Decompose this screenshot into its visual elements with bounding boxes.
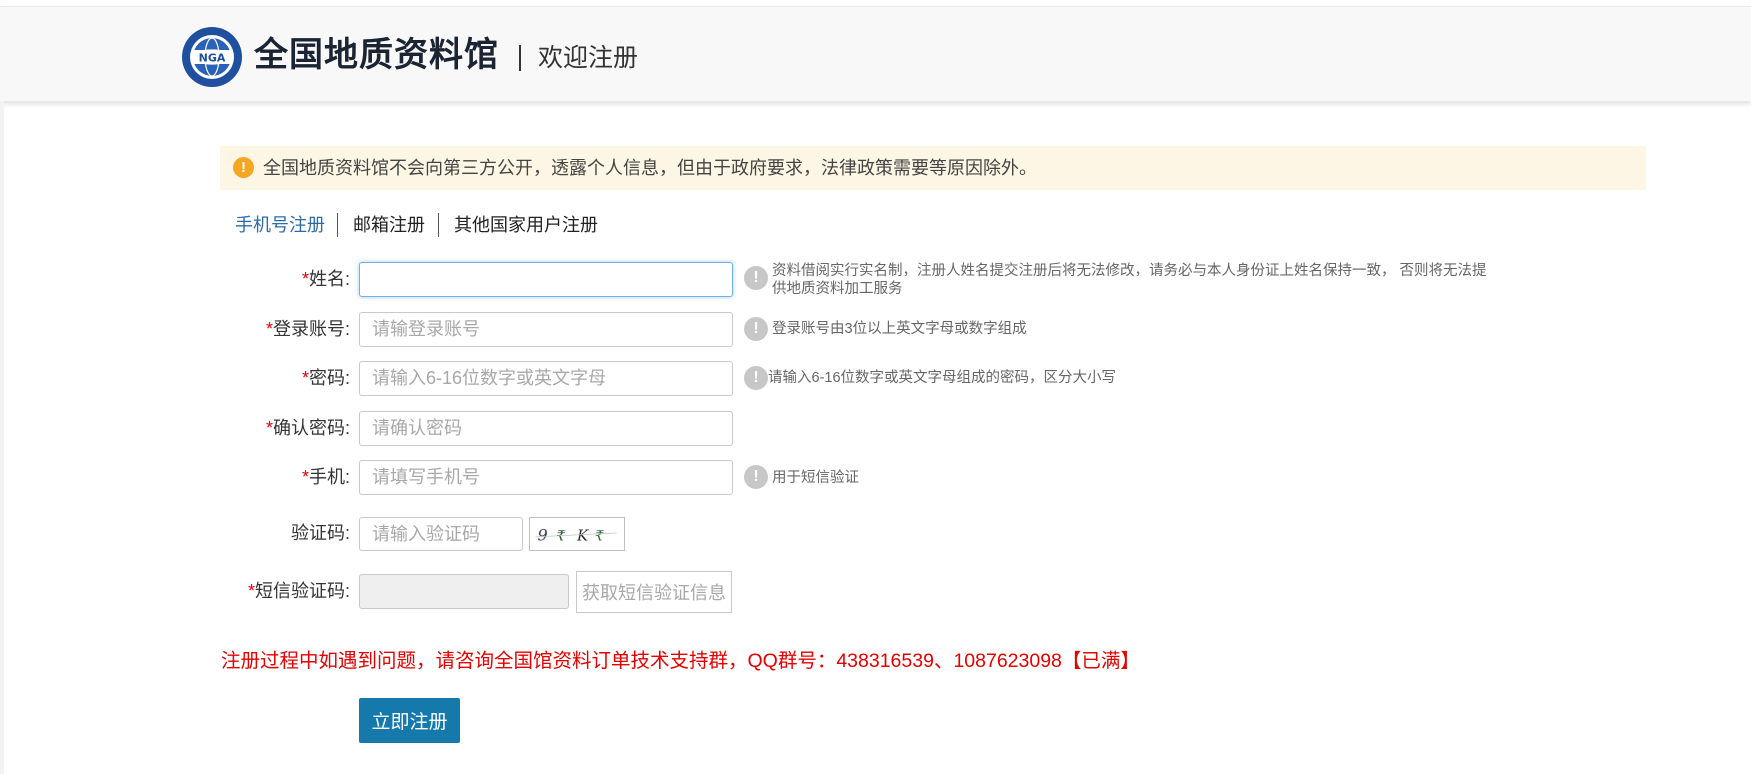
header-subtitle: 欢迎注册 [538, 44, 639, 72]
captcha-input[interactable] [359, 517, 523, 551]
name-label: *姓名: [301, 269, 350, 289]
account-input[interactable] [359, 312, 733, 347]
password-label: *密码: [301, 368, 350, 388]
confirm-password-label: *确认密码: [265, 418, 350, 438]
info-icon: ! [744, 266, 768, 290]
svg-text:₹: ₹ [595, 529, 605, 545]
svg-text:₹: ₹ [556, 529, 566, 545]
sms-code-input[interactable] [359, 574, 569, 609]
tab-email-register[interactable]: 邮箱注册 [353, 211, 425, 239]
info-icon: ! [744, 366, 768, 390]
tab-phone-register[interactable]: 手机号注册 [235, 211, 325, 239]
svg-text:9: 9 [537, 526, 547, 545]
tab-divider [337, 213, 338, 237]
account-hint: 登录账号由3位以上英文字母或数字组成 [772, 321, 1027, 337]
info-icon: ! [744, 465, 768, 489]
name-hint: 资料借阅实行实名制，注册人姓名提交注册后将无法修改，请务必与本人身份证上姓名保持… [772, 263, 1487, 297]
get-sms-code-button[interactable]: 获取短信验证信息 [576, 571, 732, 613]
nga-logo[interactable]: NGA [181, 26, 243, 88]
account-label: *登录账号: [265, 319, 350, 339]
phone-input[interactable] [359, 460, 733, 495]
tab-divider [438, 213, 439, 237]
name-input[interactable] [359, 262, 733, 297]
captcha-label: 验证码: [290, 523, 350, 543]
svg-text:NGA: NGA [199, 52, 226, 65]
page-header: NGA 全国地质资料馆 欢迎注册 [0, 7, 1751, 101]
register-submit-button[interactable]: 立即注册 [359, 698, 460, 743]
header-divider [519, 45, 521, 71]
support-help-text: 注册过程中如遇到问题，请咨询全国馆资料订单技术支持群，QQ群号：43831653… [221, 650, 1140, 672]
phone-hint: 用于短信验证 [772, 470, 859, 486]
captcha-image[interactable]: 9 ₹ K ₹ [529, 517, 625, 551]
page-left-shadow [0, 101, 4, 774]
site-name: 全国地质资料馆 [254, 35, 499, 75]
tab-foreign-register[interactable]: 其他国家用户注册 [454, 211, 598, 239]
info-icon: ! [744, 317, 768, 341]
svg-text:K: K [576, 527, 589, 545]
password-input[interactable] [359, 361, 733, 396]
notice-text: 全国地质资料馆不会向第三方公开，透露个人信息，但由于政府要求，法律政策需要等原因… [263, 158, 1037, 178]
sms-code-label: *短信验证码: [247, 581, 350, 601]
phone-label: *手机: [301, 467, 350, 487]
password-hint: 请输入6-16位数字或英文字母组成的密码，区分大小写 [768, 370, 1117, 386]
warning-circle-icon: ! [233, 157, 254, 178]
confirm-password-input[interactable] [359, 411, 733, 446]
privacy-notice: ! 全国地质资料馆不会向第三方公开，透露个人信息，但由于政府要求，法律政策需要等… [220, 146, 1646, 190]
